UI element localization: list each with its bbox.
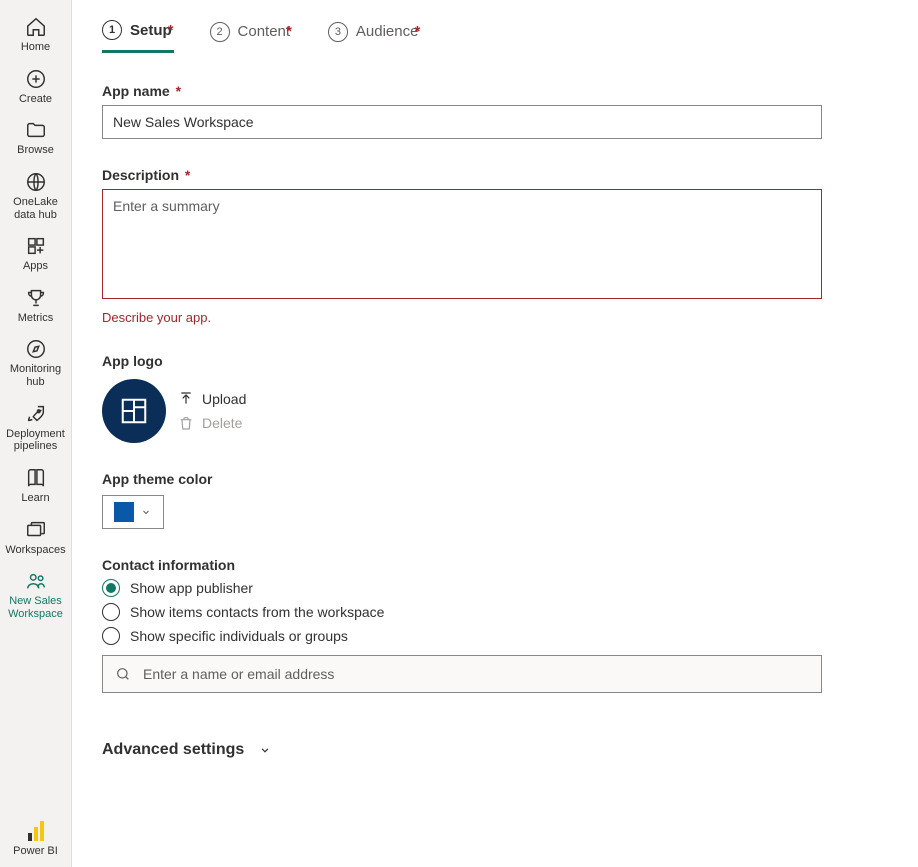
upload-button[interactable]: Upload	[178, 391, 246, 407]
contact-option-label: Show specific individuals or groups	[130, 628, 348, 644]
apps-icon	[25, 235, 47, 257]
contact-option-publisher[interactable]: Show app publisher	[102, 579, 888, 597]
tab-audience-num: 3	[328, 22, 348, 42]
rail-browse-label: Browse	[17, 144, 54, 157]
radio-icon	[102, 579, 120, 597]
rail-learn[interactable]: Learn	[0, 461, 72, 513]
required-asterisk: *	[168, 22, 174, 39]
upload-label: Upload	[202, 391, 246, 407]
app-logo-icon	[119, 396, 149, 426]
appname-input[interactable]	[102, 105, 822, 139]
contact-radio-group: Show app publisher Show items contacts f…	[102, 579, 888, 645]
setup-form: App name * Description * Describe your a…	[72, 53, 918, 759]
rail-workspaces-label: Workspaces	[5, 544, 65, 557]
plus-circle-icon	[25, 68, 47, 90]
rail-powerbi[interactable]: Power BI	[0, 813, 72, 867]
tab-content[interactable]: 2 Content*	[210, 22, 292, 52]
delete-button[interactable]: Delete	[178, 415, 246, 431]
search-icon	[115, 666, 131, 682]
rail-metrics[interactable]: Metrics	[0, 281, 72, 333]
description-label: Description *	[102, 167, 888, 183]
radio-icon	[102, 627, 120, 645]
rail-workspaces[interactable]: Workspaces	[0, 513, 72, 565]
rail-metrics-label: Metrics	[18, 312, 53, 325]
applogo-label: App logo	[102, 353, 888, 369]
rail-apps-label: Apps	[23, 260, 48, 273]
radio-icon	[102, 603, 120, 621]
contact-search-box[interactable]	[102, 655, 822, 693]
tab-content-label: Content	[238, 23, 291, 40]
rail-learn-label: Learn	[21, 492, 49, 505]
required-asterisk: *	[185, 167, 190, 183]
required-asterisk: *	[286, 23, 292, 40]
workspaces-icon	[25, 519, 47, 541]
contact-option-label: Show items contacts from the workspace	[130, 604, 384, 620]
contact-option-workspace[interactable]: Show items contacts from the workspace	[102, 603, 888, 621]
tab-setup-label: Setup	[130, 22, 172, 39]
powerbi-icon	[28, 821, 44, 841]
rail-home[interactable]: Home	[0, 10, 72, 62]
appname-label: App name *	[102, 83, 888, 99]
description-error: Describe your app.	[102, 310, 888, 325]
contact-option-label: Show app publisher	[130, 580, 253, 596]
rail-powerbi-label: Power BI	[13, 845, 58, 857]
tab-content-num: 2	[210, 22, 230, 42]
delete-label: Delete	[202, 415, 242, 431]
upload-icon	[178, 391, 194, 407]
folder-icon	[25, 119, 47, 141]
tab-audience[interactable]: 3 Audience*	[328, 22, 420, 52]
advanced-settings-toggle[interactable]: Advanced settings	[102, 741, 888, 759]
people-icon	[25, 570, 47, 592]
compass-icon	[25, 338, 47, 360]
advanced-settings-label: Advanced settings	[102, 741, 244, 759]
step-tabs: 1 Setup* 2 Content* 3 Audience*	[102, 0, 918, 53]
description-textarea[interactable]	[102, 189, 822, 299]
tab-audience-label: Audience	[356, 23, 419, 40]
app-logo	[102, 379, 166, 443]
left-rail: Home Create Browse OneLake data hub Apps…	[0, 0, 72, 867]
book-icon	[25, 467, 47, 489]
rail-sales-workspace[interactable]: New Sales Workspace	[0, 564, 72, 628]
rail-monitoring-label: Monitoring hub	[2, 363, 70, 388]
rail-pipelines-label: Deployment pipelines	[2, 428, 70, 453]
rail-create-label: Create	[19, 93, 52, 106]
rail-home-label: Home	[21, 41, 50, 54]
required-asterisk: *	[414, 23, 420, 40]
rail-browse[interactable]: Browse	[0, 113, 72, 165]
contact-search-input[interactable]	[143, 666, 809, 682]
trophy-icon	[25, 287, 47, 309]
required-asterisk: *	[176, 83, 181, 99]
theme-label: App theme color	[102, 471, 888, 487]
rail-onelake-label: OneLake data hub	[2, 196, 70, 221]
tab-setup-num: 1	[102, 20, 122, 40]
trash-icon	[178, 415, 194, 431]
rail-onelake[interactable]: OneLake data hub	[0, 165, 72, 229]
rail-create[interactable]: Create	[0, 62, 72, 114]
chevron-down-icon	[258, 743, 272, 757]
theme-color-picker[interactable]	[102, 495, 164, 529]
theme-swatch	[114, 502, 134, 522]
rail-monitoring[interactable]: Monitoring hub	[0, 332, 72, 396]
rail-pipelines[interactable]: Deployment pipelines	[0, 397, 72, 461]
rail-sales-label: New Sales Workspace	[2, 595, 70, 620]
rail-apps[interactable]: Apps	[0, 229, 72, 281]
rocket-icon	[25, 403, 47, 425]
home-icon	[25, 16, 47, 38]
onelake-icon	[25, 171, 47, 193]
contact-option-specific[interactable]: Show specific individuals or groups	[102, 627, 888, 645]
main-content: 1 Setup* 2 Content* 3 Audience* App name…	[72, 0, 918, 867]
tab-setup[interactable]: 1 Setup*	[102, 20, 174, 53]
contact-label: Contact information	[102, 557, 888, 573]
chevron-down-icon	[140, 506, 152, 518]
